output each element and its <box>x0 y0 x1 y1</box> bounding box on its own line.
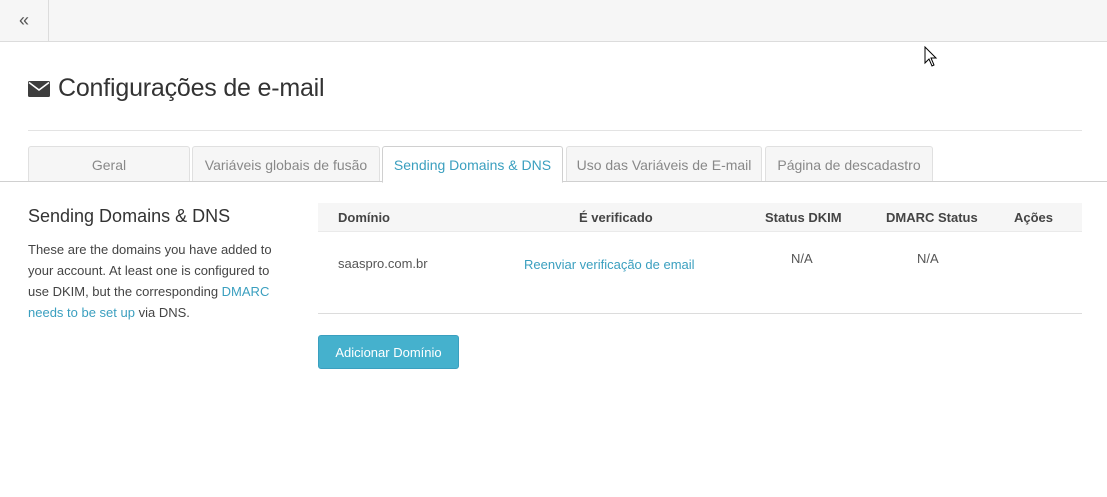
tab-variaveis-globais[interactable]: Variáveis globais de fusão <box>192 146 380 182</box>
header-dkim: Status DKIM <box>765 210 842 225</box>
header-dmarc: DMARC Status <box>886 210 978 225</box>
header-domain: Domínio <box>338 210 390 225</box>
title-divider <box>28 130 1082 131</box>
tab-pagina-descadastro[interactable]: Página de descadastro <box>765 146 933 182</box>
header-actions: Ações <box>1014 210 1054 225</box>
table-header: Domínio É verificado Status DKIM DMARC S… <box>318 203 1082 232</box>
section-description: Sending Domains & DNS These are the doma… <box>28 206 273 323</box>
add-domain-button[interactable]: Adicionar Domínio <box>318 335 459 369</box>
envelope-icon <box>28 80 50 97</box>
tab-uso-variaveis[interactable]: Uso das Variáveis de E-mail <box>566 146 762 182</box>
double-chevron-left-icon: « <box>18 10 29 30</box>
tab-geral[interactable]: Geral <box>28 146 190 182</box>
table-row: saaspro.com.br Reenviar verificação de e… <box>318 232 1082 314</box>
row-dmarc-status: N/A <box>917 251 939 266</box>
section-text: These are the domains you have added to … <box>28 242 272 320</box>
page-header: Configurações de e-mail <box>28 74 325 103</box>
domains-table: Domínio É verificado Status DKIM DMARC S… <box>318 203 1082 314</box>
top-bar: « <box>0 0 1107 42</box>
section-title: Sending Domains & DNS <box>28 206 231 226</box>
resend-verification-link[interactable]: Reenviar verificação de email <box>524 257 695 272</box>
collapse-sidebar-button[interactable]: « <box>0 0 49 41</box>
row-dkim-status: N/A <box>791 251 813 266</box>
mouse-cursor-icon <box>924 46 938 67</box>
page-title: Configurações de e-mail <box>58 74 325 102</box>
row-domain: saaspro.com.br <box>338 256 428 271</box>
tab-sending-domains[interactable]: Sending Domains & DNS <box>382 146 563 183</box>
header-verified: É verificado <box>579 210 653 225</box>
